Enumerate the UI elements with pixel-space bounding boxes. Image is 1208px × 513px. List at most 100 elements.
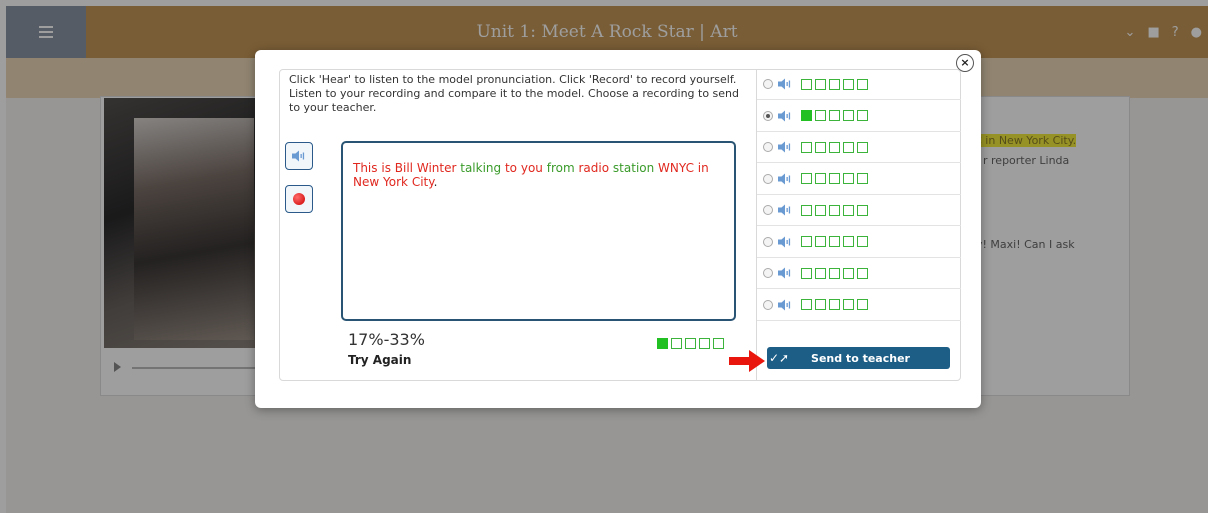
score-square <box>843 110 854 121</box>
recording-radio[interactable] <box>763 173 773 184</box>
score-square <box>801 173 812 184</box>
score-square <box>801 236 812 247</box>
score-square <box>829 110 840 121</box>
record-button[interactable] <box>285 185 313 213</box>
score-square <box>801 299 812 310</box>
recording-radio[interactable] <box>763 79 773 89</box>
score-square <box>829 236 840 247</box>
score-meter <box>657 338 724 349</box>
score-square <box>843 299 854 310</box>
recording-score-meter <box>801 110 868 121</box>
score-square <box>801 78 812 90</box>
recording-radio[interactable] <box>763 268 773 278</box>
play-recording-speaker-icon[interactable] <box>778 78 792 90</box>
instructions-text: Click 'Hear' to listen to the model pron… <box>289 73 740 114</box>
recording-row[interactable] <box>757 195 961 226</box>
record-icon <box>293 193 305 205</box>
sentence-word: City <box>411 175 434 189</box>
score-square <box>801 204 812 216</box>
score-square <box>815 141 826 153</box>
sentence-end: . <box>433 175 438 189</box>
score-square <box>801 110 812 121</box>
score-square <box>829 299 840 310</box>
close-icon: × <box>960 56 970 69</box>
sentence-word: This <box>353 161 378 175</box>
recording-radio[interactable] <box>763 110 773 121</box>
score-square <box>843 78 854 90</box>
recording-row[interactable] <box>757 69 961 100</box>
score-square <box>815 173 826 184</box>
sentence-word: in <box>697 161 709 175</box>
play-recording-speaker-icon[interactable] <box>778 299 792 311</box>
sentence-word: talking <box>460 161 502 175</box>
score-square <box>829 267 840 279</box>
recording-radio[interactable] <box>763 236 773 247</box>
red-arrow-icon <box>729 350 765 372</box>
sentence-word: WNYC <box>658 161 694 175</box>
hear-button[interactable] <box>285 142 313 170</box>
recording-radio[interactable] <box>763 299 773 310</box>
score-square <box>815 299 826 310</box>
score-square <box>843 236 854 247</box>
score-square <box>801 141 812 153</box>
score-square <box>843 267 854 279</box>
score-square <box>657 338 668 349</box>
send-button-label: Send to teacher <box>811 351 910 365</box>
score-square <box>843 141 854 153</box>
recording-score-meter <box>801 173 868 184</box>
recording-radio[interactable] <box>763 142 773 152</box>
sentence-word: New <box>353 175 380 189</box>
score-square <box>815 236 826 247</box>
sentence-word: York <box>383 175 408 189</box>
feedback-text: Try Again <box>348 353 412 367</box>
score-square <box>815 110 826 121</box>
sentence-word: you <box>520 161 543 175</box>
score-square <box>829 173 840 184</box>
score-square <box>713 338 724 349</box>
score-square <box>685 338 696 349</box>
play-recording-speaker-icon[interactable] <box>778 267 792 279</box>
sentence-word: station <box>612 161 655 175</box>
sentence-word: is <box>381 161 391 175</box>
recording-score-meter <box>801 236 868 247</box>
score-square <box>843 173 854 184</box>
sentence-word: from <box>546 161 575 175</box>
score-range: 17%-33% <box>348 330 425 349</box>
sentence-text: This is Bill Winter talking to you from … <box>353 161 709 189</box>
score-square <box>857 173 868 184</box>
score-square <box>857 78 868 90</box>
score-square <box>815 78 826 90</box>
recording-row[interactable] <box>757 101 961 132</box>
recording-score-meter <box>801 141 868 153</box>
score-square <box>857 110 868 121</box>
recording-row[interactable] <box>757 258 961 289</box>
score-square <box>857 236 868 247</box>
play-recording-speaker-icon[interactable] <box>778 173 792 185</box>
play-recording-speaker-icon[interactable] <box>778 141 792 153</box>
speaker-icon <box>292 147 306 166</box>
score-square <box>857 267 868 279</box>
score-square <box>829 78 840 90</box>
recording-row[interactable] <box>757 132 961 163</box>
score-square <box>815 267 826 279</box>
sentence-word: Winter <box>416 161 457 175</box>
score-square <box>671 338 682 349</box>
recording-score-meter <box>801 299 868 310</box>
score-square <box>815 204 826 216</box>
play-recording-speaker-icon[interactable] <box>778 110 792 122</box>
recording-score-meter <box>801 204 868 216</box>
send-check-icon: ✓➚ <box>768 351 790 365</box>
play-recording-speaker-icon[interactable] <box>778 204 792 216</box>
recording-row[interactable] <box>757 227 961 258</box>
play-recording-speaker-icon[interactable] <box>778 236 792 248</box>
recording-row[interactable] <box>757 164 961 195</box>
score-square <box>843 204 854 216</box>
score-square <box>829 141 840 153</box>
score-square <box>857 204 868 216</box>
score-square <box>801 267 812 279</box>
sentence-word: Bill <box>394 161 414 175</box>
send-to-teacher-button[interactable]: ✓➚ Send to teacher <box>767 347 950 369</box>
recording-row[interactable] <box>757 290 961 321</box>
recording-score-meter <box>801 78 868 90</box>
recording-radio[interactable] <box>763 205 773 215</box>
